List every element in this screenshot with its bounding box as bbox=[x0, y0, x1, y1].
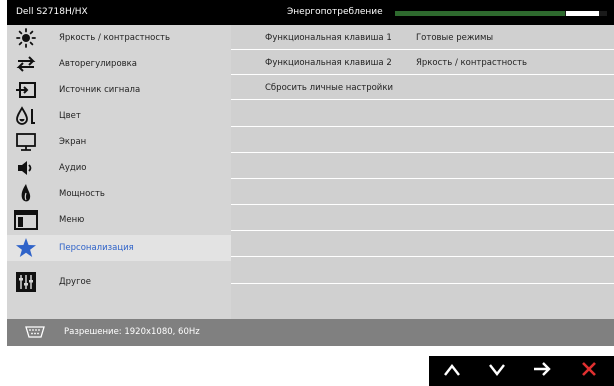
other-icon bbox=[14, 271, 38, 293]
menu-item-label: Другое bbox=[59, 277, 91, 287]
arrow-right-icon bbox=[532, 361, 552, 381]
submenu-row-label: Функциональная клавиша 2 bbox=[265, 58, 392, 68]
auto-adjust-icon bbox=[14, 53, 38, 75]
submenu-row-value: Готовые режимы bbox=[416, 33, 494, 43]
menu-item-brightness-contrast[interactable]: Яркость / контрастность bbox=[7, 25, 231, 51]
submenu-row-label: Сбросить личные настройки bbox=[265, 83, 393, 93]
audio-icon bbox=[14, 157, 38, 179]
menu-item-personalize[interactable]: Персонализация bbox=[7, 235, 231, 261]
menu-item-color[interactable]: Цвет bbox=[7, 103, 231, 129]
title-bar: Dell S2718H/HX Энергопотребление bbox=[7, 0, 614, 25]
submenu-panel: Функциональная клавиша 1 Готовые режимы … bbox=[231, 25, 614, 319]
submenu-row-empty bbox=[231, 206, 614, 231]
enter-button[interactable] bbox=[522, 359, 562, 383]
osd-window: Dell S2718H/HX Энергопотребление Яркость… bbox=[7, 0, 614, 346]
star-icon bbox=[14, 237, 38, 259]
main-menu: Яркость / контрастность Авторегулировка … bbox=[7, 25, 231, 319]
energy-meter bbox=[395, 11, 607, 16]
submenu-row-empty bbox=[231, 180, 614, 205]
submenu-row-empty bbox=[231, 154, 614, 179]
submenu-row-empty bbox=[231, 232, 614, 257]
arrow-down-icon bbox=[488, 362, 506, 381]
color-icon bbox=[14, 105, 38, 127]
menu-item-display[interactable]: Экран bbox=[7, 129, 231, 155]
submenu-row-label: Функциональная клавиша 1 bbox=[265, 33, 392, 43]
menu-item-label: Авторегулировка bbox=[59, 59, 138, 69]
up-button[interactable] bbox=[432, 359, 472, 383]
display-icon bbox=[14, 131, 38, 153]
menu-item-audio[interactable]: Аудио bbox=[7, 155, 231, 181]
menu-item-other[interactable]: Другое bbox=[7, 269, 231, 295]
menu-item-power[interactable]: Мощность bbox=[7, 181, 231, 207]
energy-meter-fill bbox=[395, 11, 565, 16]
menu-item-label: Цвет bbox=[59, 111, 81, 121]
menu-item-auto-adjust[interactable]: Авторегулировка bbox=[7, 51, 231, 77]
menu-item-label: Аудио bbox=[59, 163, 87, 173]
submenu-row-value: Яркость / контрастность bbox=[416, 58, 528, 68]
menu-item-label: Меню bbox=[59, 215, 85, 225]
arrow-up-icon bbox=[443, 362, 461, 381]
input-source-icon bbox=[14, 79, 38, 101]
power-icon bbox=[14, 183, 38, 205]
submenu-row-empty bbox=[231, 102, 614, 127]
menu-item-input-source[interactable]: Источник сигнала bbox=[7, 77, 231, 103]
vga-connector-icon bbox=[24, 326, 46, 341]
down-button[interactable] bbox=[477, 359, 517, 383]
menu-item-label: Источник сигнала bbox=[59, 85, 141, 95]
menu-item-label: Персонализация bbox=[59, 243, 134, 253]
menu-item-label: Мощность bbox=[59, 189, 105, 199]
resolution-status: Разрешение: 1920x1080, 60Hz bbox=[64, 327, 200, 337]
close-icon bbox=[581, 361, 597, 381]
submenu-row-reset-personalization[interactable]: Сбросить личные настройки bbox=[231, 75, 614, 100]
menu-icon bbox=[14, 209, 38, 231]
submenu-row-shortcut-key-2[interactable]: Функциональная клавиша 2 Яркость / контр… bbox=[231, 50, 614, 75]
brightness-icon bbox=[14, 27, 38, 49]
submenu-row-shortcut-key-1[interactable]: Функциональная клавиша 1 Готовые режимы bbox=[231, 25, 614, 50]
monitor-model: Dell S2718H/HX bbox=[16, 7, 88, 17]
submenu-row-empty bbox=[231, 285, 614, 319]
menu-item-menu[interactable]: Меню bbox=[7, 207, 231, 233]
menu-item-label: Экран bbox=[59, 137, 87, 147]
status-bar: Разрешение: 1920x1080, 60Hz bbox=[7, 319, 614, 346]
energy-label: Энергопотребление bbox=[287, 7, 383, 17]
submenu-row-empty bbox=[231, 128, 614, 153]
exit-button[interactable] bbox=[569, 359, 609, 383]
menu-item-label: Яркость / контрастность bbox=[59, 33, 171, 43]
navigation-buttons bbox=[429, 356, 614, 386]
submenu-row-empty bbox=[231, 259, 614, 284]
energy-meter-marker bbox=[566, 11, 599, 16]
